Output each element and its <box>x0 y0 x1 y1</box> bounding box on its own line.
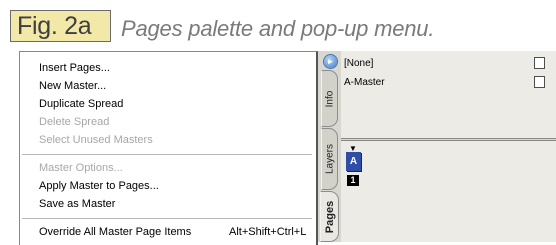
menu-item-delete-spread: Delete Spread <box>39 116 110 128</box>
pages-palette: ► Info Layers Pages [None] A-Master ▼ A … <box>318 51 556 242</box>
page-thumbnail[interactable]: A <box>346 152 361 171</box>
figure-tag: Fig. 2a <box>10 10 111 42</box>
page-number: 1 <box>347 175 359 186</box>
menu-item-duplicate-spread[interactable]: Duplicate Spread <box>39 95 123 113</box>
menu-item-master-options: Master Options... <box>39 162 123 174</box>
palette-tab-column: ► Info Layers Pages <box>320 51 341 242</box>
master-item-none[interactable]: [None] <box>344 58 373 69</box>
keyboard-shortcut: Alt+Shift+Ctrl+L <box>229 226 307 238</box>
play-triangle-icon: ► <box>326 57 335 66</box>
document-pages-area: ▼ A 1 <box>341 140 556 242</box>
tab-label: Pages <box>323 200 336 233</box>
tab-info[interactable]: Info <box>321 70 338 127</box>
menu-item-new-master[interactable]: New Master... <box>39 77 106 95</box>
menu-item-override-all-master-page-items[interactable]: Override All Master Page Items Alt+Shift… <box>39 223 309 241</box>
figure-caption: Pages palette and pop-up menu. <box>121 16 435 41</box>
menu-item-select-unused-masters: Select Unused Masters <box>39 134 153 146</box>
menu-item-insert-pages[interactable]: Insert Pages... <box>39 59 110 77</box>
pages-popup-menu: Insert Pages... New Master... Duplicate … <box>19 51 318 245</box>
master-pages-list: [None] A-Master <box>341 51 556 139</box>
menu-item-label: Override All Master Page Items <box>39 226 192 238</box>
tab-layers[interactable]: Layers <box>321 128 338 190</box>
menu-item-apply-master-to-pages[interactable]: Apply Master to Pages... <box>39 177 159 195</box>
palette-menu-button[interactable]: ► <box>324 55 337 68</box>
master-item-a-master[interactable]: A-Master <box>344 77 385 88</box>
master-item-checkbox[interactable] <box>534 76 545 88</box>
tab-pages[interactable]: Pages <box>320 191 339 242</box>
tab-label: Info <box>324 90 335 107</box>
menu-separator <box>22 154 312 155</box>
menu-item-save-as-master[interactable]: Save as Master <box>39 195 115 213</box>
master-item-checkbox[interactable] <box>534 57 545 69</box>
tab-label: Layers <box>324 143 335 175</box>
menu-separator <box>22 218 312 219</box>
